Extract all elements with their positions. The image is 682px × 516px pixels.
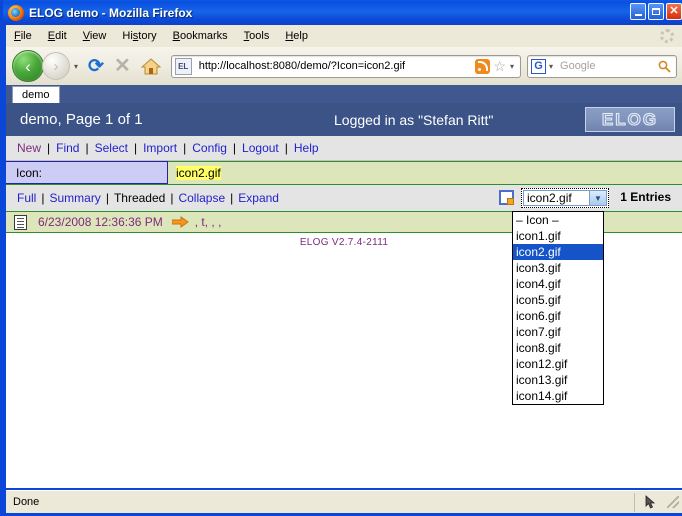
nav-help[interactable]: Help [294,141,319,155]
menu-tools[interactable]: Tools [236,28,278,44]
dropdown-option[interactable]: icon5.gif [513,292,603,308]
menu-help[interactable]: Help [277,28,316,44]
orange-arrow-icon [171,216,189,228]
nav-find[interactable]: Find [56,141,79,155]
throbber-icon [660,29,674,43]
tab-demo[interactable]: demo [12,86,60,103]
close-button[interactable]: ✕ [666,3,682,20]
view-collapse[interactable]: Collapse [178,191,225,205]
filter-value-cell: icon2.gif [168,161,682,184]
dropdown-option[interactable]: icon6.gif [513,308,603,324]
search-icon[interactable] [658,60,671,73]
bookmark-dropdown-icon[interactable]: ▾ [510,62,514,71]
minimize-button[interactable] [630,3,646,20]
window-controls: ✕ [630,3,682,20]
window-title: ELOG demo - Mozilla Firefox [29,5,193,20]
dropdown-option[interactable]: icon12.gif [513,356,603,372]
menu-edit[interactable]: Edit [40,28,75,44]
elog-header: demo, Page 1 of 1 Logged in as "Stefan R… [6,103,682,136]
entries-count: 1 Entries [620,190,671,204]
nav-import[interactable]: Import [143,141,177,155]
search-input[interactable]: Google [560,60,658,72]
url-text[interactable]: http://localhost:8080/demo/?Icon=icon2.g… [199,60,476,72]
icon-select[interactable]: icon2.gif ▼ [521,188,609,208]
entry-date[interactable]: 6/23/2008 12:36:36 PM [38,215,163,229]
menu-bar: File Edit View History Bookmarks Tools H… [6,25,682,47]
dropdown-option[interactable]: icon14.gif [513,388,603,404]
forward-button[interactable]: › [42,52,70,80]
nav-new[interactable]: New [17,141,41,155]
dropdown-option[interactable]: icon13.gif [513,372,603,388]
bookmark-star-icon[interactable]: ☆ [493,59,506,73]
filter-row: Icon: icon2.gif [6,161,682,185]
search-bar[interactable]: G ▾ Google [527,54,677,78]
dropdown-option[interactable]: – Icon – [513,212,603,228]
home-icon[interactable] [140,57,162,75]
elog-logo-text: ELOG [601,109,659,129]
nav-select[interactable]: Select [95,141,128,155]
dropdown-option-selected[interactable]: icon2.gif [513,244,603,260]
nav-logout[interactable]: Logout [242,141,279,155]
icon-select-value: icon2.gif [527,191,572,205]
status-bar: Done [6,490,682,513]
url-bar[interactable]: EL http://localhost:8080/demo/?Icon=icon… [170,54,521,78]
title-bar: ELOG demo - Mozilla Firefox ✕ [3,0,682,25]
reload-icon[interactable]: ⟳ [88,57,104,76]
search-engine-dropdown-icon[interactable]: ▾ [549,62,553,71]
navigation-toolbar: ‹ › ▾ ⟳ ✕ EL http://localhost:8080/demo/… [6,47,682,85]
elog-toolbar: Full | Summary | Threaded | Collapse | E… [6,185,682,212]
browser-window: ELOG demo - Mozilla Firefox ✕ File Edit … [0,0,682,516]
menu-bookmarks[interactable]: Bookmarks [165,28,236,44]
back-button[interactable]: ‹ [12,50,44,82]
chevron-down-icon[interactable]: ▼ [589,191,606,205]
view-summary[interactable]: Summary [49,191,100,205]
new-page-icon[interactable] [499,190,514,205]
login-status: Logged in as "Stefan Ritt" [334,111,494,128]
dropdown-option[interactable]: icon8.gif [513,340,603,356]
status-text: Done [13,496,40,508]
filter-label: Icon: [6,161,168,184]
nav-config[interactable]: Config [192,141,227,155]
entry-attributes: , t, , , [194,215,222,229]
tab-strip: demo [6,85,682,103]
dropdown-option[interactable]: icon4.gif [513,276,603,292]
icon-select-dropdown[interactable]: – Icon – icon1.gif icon2.gif icon3.gif i… [512,211,604,405]
maximize-button[interactable] [648,3,664,20]
view-expand[interactable]: Expand [238,191,279,205]
elog-nav-bar: New | Find | Select | Import | Config | … [6,136,682,161]
menu-file[interactable]: File [6,28,40,44]
cursor-icon [645,495,656,509]
dropdown-option[interactable]: icon3.gif [513,260,603,276]
menu-view[interactable]: View [75,28,115,44]
filter-value: icon2.gif [176,166,221,180]
elog-logo: ELOG [585,107,675,132]
resize-grip[interactable] [667,496,679,508]
dropdown-option[interactable]: icon1.gif [513,228,603,244]
site-favicon: EL [174,57,192,75]
stop-icon[interactable]: ✕ [114,56,131,76]
rss-icon[interactable] [475,58,491,74]
security-pane[interactable] [634,492,665,512]
logbook-entry-icon [14,214,27,230]
view-full[interactable]: Full [17,191,36,205]
dropdown-option[interactable]: icon7.gif [513,324,603,340]
google-icon[interactable]: G [531,58,546,74]
page-title: demo, Page 1 of 1 [20,111,143,128]
view-threaded: Threaded [113,191,166,205]
firefox-logo-icon [8,4,24,21]
history-dropdown-icon[interactable]: ▾ [74,62,78,71]
menu-history[interactable]: History [114,28,164,44]
